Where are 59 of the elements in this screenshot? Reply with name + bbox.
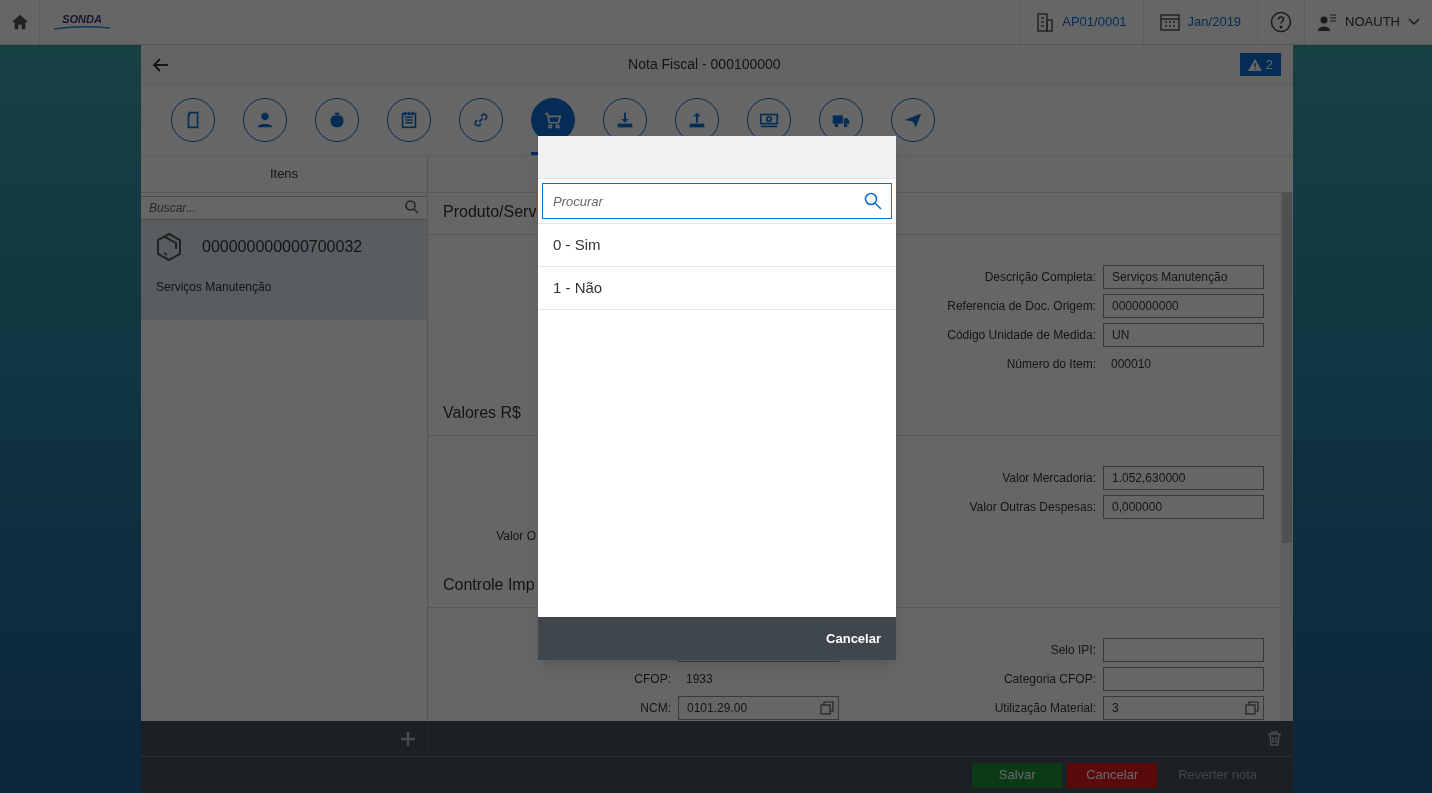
field-value: 000010: [1110, 356, 1153, 373]
home-icon[interactable]: [10, 13, 29, 31]
input-field[interactable]: UN: [1103, 323, 1264, 347]
cancel-button[interactable]: Cancelar: [826, 628, 881, 649]
field-label: Valor Outras Despesas:: [969, 499, 1096, 516]
copy-icon[interactable]: [1245, 701, 1259, 715]
input-field[interactable]: [1103, 667, 1264, 691]
input-field[interactable]: [1103, 638, 1264, 662]
trash-icon[interactable]: [1268, 731, 1281, 746]
section-title: Controle Imp: [443, 575, 535, 595]
section-title: Valores R$: [443, 403, 521, 423]
calendar-icon: [1159, 13, 1180, 31]
search-icon[interactable]: [864, 192, 882, 210]
input-field[interactable]: 1.052,630000: [1103, 466, 1264, 490]
field-label: Valor Mercadoria:: [1002, 470, 1096, 487]
building-icon: [1036, 12, 1055, 32]
input-field[interactable]: 0000000000: [1103, 294, 1264, 318]
user-menu[interactable]: NOAUTH: [1345, 12, 1420, 32]
input-field[interactable]: 0101.29.00: [678, 696, 839, 720]
search-field[interactable]: Buscar...: [141, 196, 427, 220]
logo: SONDA: [52, 13, 112, 31]
company-link[interactable]: AP01/0001: [1062, 12, 1127, 32]
item-row[interactable]: 000000000000700032 Serviços Manutenção: [141, 220, 427, 320]
add-icon[interactable]: [401, 731, 415, 746]
option-item[interactable]: 1 - Não: [538, 267, 896, 310]
item-description: Serviços Manutenção: [156, 279, 273, 296]
copy-icon[interactable]: [820, 701, 834, 715]
back-arrow-icon[interactable]: [153, 57, 169, 72]
period-link[interactable]: Jan/2019: [1187, 12, 1242, 32]
input-field[interactable]: Serviços Manutenção: [1103, 265, 1264, 289]
input-field[interactable]: 3: [1103, 696, 1264, 720]
field-label: Selo IPI:: [1050, 642, 1096, 659]
box-icon: [156, 232, 182, 262]
footer-button[interactable]: Salvar: [972, 762, 1063, 788]
field-label: Referencia de Doc. Origem:: [947, 298, 1096, 315]
warning-badge[interactable]: 2: [1239, 53, 1281, 76]
field-value: 1933: [685, 671, 714, 688]
chevron-down-icon: [1408, 18, 1420, 26]
field-label: Descrição Completa:: [984, 269, 1096, 286]
search-icon[interactable]: [405, 200, 419, 214]
option-item[interactable]: 0 - Sim: [538, 224, 896, 267]
warning-icon: [1247, 58, 1262, 71]
search-field[interactable]: Procurar: [542, 183, 892, 219]
help-icon[interactable]: [1270, 11, 1293, 33]
field-label: Utilização Material:: [994, 700, 1096, 717]
section-title: Produto/Serv: [443, 202, 537, 222]
footer-button[interactable]: Cancelar: [1067, 762, 1158, 788]
field-label: NCM:: [640, 700, 671, 717]
field-label: Categoria CFOP:: [1003, 671, 1096, 688]
item-code: 000000000000700032: [202, 237, 363, 257]
field-label: Código Unidade de Medida:: [947, 327, 1096, 344]
scrollbar[interactable]: [1280, 193, 1293, 721]
page-title: Nota Fiscal - 000100000: [627, 55, 782, 74]
panel-title: Itens: [269, 165, 299, 184]
field-label: Valor O: [496, 528, 536, 545]
field-label: Número do Item:: [1006, 356, 1096, 373]
input-field[interactable]: 0,000000: [1103, 495, 1264, 519]
field-label: CFOP:: [634, 671, 671, 688]
user-icon: [1317, 12, 1338, 32]
